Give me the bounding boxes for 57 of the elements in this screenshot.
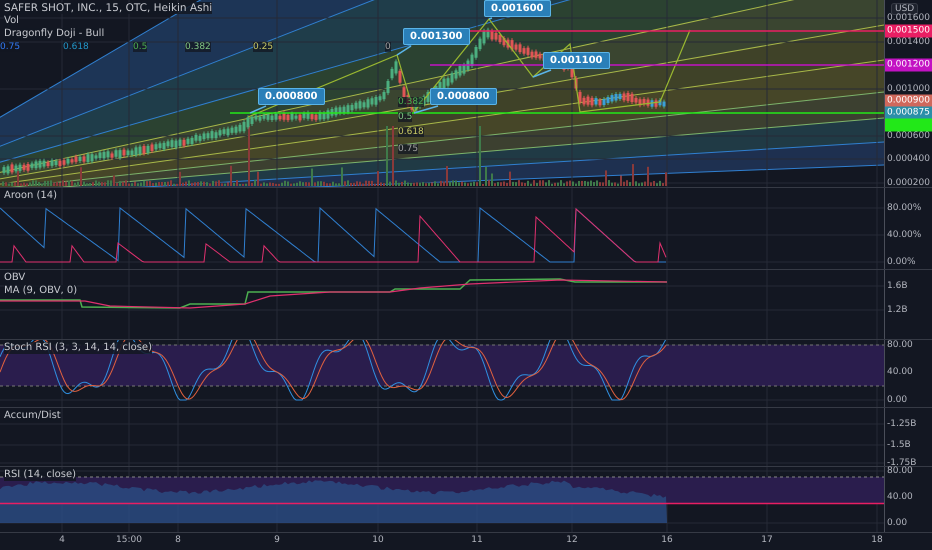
axis-tick: 0.001600 bbox=[887, 13, 930, 23]
price-callout: 0.001100 bbox=[543, 52, 610, 69]
indicator-label: Aroon (14) bbox=[4, 190, 58, 202]
fib-level-label: 0 bbox=[385, 42, 391, 52]
axis-tick: 0.00% bbox=[887, 257, 916, 267]
time-tick: 8 bbox=[175, 535, 181, 545]
time-tick: 15:00 bbox=[116, 535, 142, 545]
axis-tick: 40.00% bbox=[887, 230, 922, 240]
fib-level-label: 0.5 bbox=[398, 112, 412, 122]
axis-tick: 0.001000 bbox=[887, 84, 930, 94]
axis-tick: 0.000600 bbox=[887, 131, 930, 141]
time-tick: 17 bbox=[761, 535, 773, 545]
fib-level-label: 0.75 bbox=[0, 42, 20, 52]
fib-level-label: 0.75 bbox=[398, 144, 418, 154]
indicator-label: MA (9, OBV, 0) bbox=[4, 285, 78, 297]
axis-tick: 80.00 bbox=[887, 340, 913, 350]
axis-tick: 0.000200 bbox=[887, 178, 930, 188]
legend-label: SAFER SHOT, INC., 15, OTC, Heikin Ashi bbox=[4, 2, 212, 14]
fib-level-label: 0.25 bbox=[253, 42, 274, 52]
axis-tick: 40.00 bbox=[887, 492, 913, 502]
price-callout: 0.000800 bbox=[258, 88, 325, 105]
axis-tick: -1.25B bbox=[887, 419, 916, 429]
time-tick: 10 bbox=[372, 535, 384, 545]
indicator-label: Accum/Dist bbox=[4, 410, 61, 422]
price-tag: 0.000900 bbox=[885, 94, 932, 108]
price-tag: 0.001200 bbox=[885, 58, 932, 72]
fib-level-label: 0.382 bbox=[185, 42, 211, 52]
price-callout: 0.001300 bbox=[403, 28, 470, 45]
axis-tick: 40.00 bbox=[887, 367, 913, 377]
legend-label: Dragonfly Doji - Bull bbox=[4, 28, 104, 40]
fib-level-label: 0.5 bbox=[133, 42, 148, 52]
price-callout: 0.001600 bbox=[484, 0, 551, 17]
time-tick: 12 bbox=[566, 535, 578, 545]
price-tag: 0.001500 bbox=[885, 24, 932, 38]
indicator-label: RSI (14, close) bbox=[4, 469, 76, 481]
time-tick: 11 bbox=[471, 535, 483, 545]
axis-tick: -1.75B bbox=[887, 458, 916, 468]
axis-tick: 0.00 bbox=[887, 518, 908, 528]
indicator-label: Stoch RSI (3, 3, 14, 14, close) bbox=[4, 342, 152, 354]
axis-tick: 1.2B bbox=[887, 305, 908, 315]
axis-tick: 1.6B bbox=[887, 281, 908, 291]
time-tick: 9 bbox=[274, 535, 280, 545]
fib-level-label: 0.618 bbox=[63, 42, 89, 52]
time-tick: 4 bbox=[59, 535, 65, 545]
axis-tick: 80.00% bbox=[887, 203, 922, 213]
time-tick: 18 bbox=[871, 535, 883, 545]
axis-tick: 0.001400 bbox=[887, 37, 930, 47]
fib-level-label: 0.618 bbox=[398, 127, 424, 137]
axis-tick: 0.000400 bbox=[887, 154, 930, 164]
axis-tick: -1.5B bbox=[887, 440, 911, 450]
axis-tick: 0.00 bbox=[887, 395, 908, 405]
time-tick: 16 bbox=[661, 535, 673, 545]
currency-label: USD bbox=[891, 3, 918, 15]
axis-tick: 80.00 bbox=[887, 466, 913, 476]
price-tag: 0.000875 bbox=[885, 106, 932, 120]
price-callout: 0.000800 bbox=[430, 88, 497, 105]
fib-level-label: 0.382 bbox=[398, 97, 424, 107]
